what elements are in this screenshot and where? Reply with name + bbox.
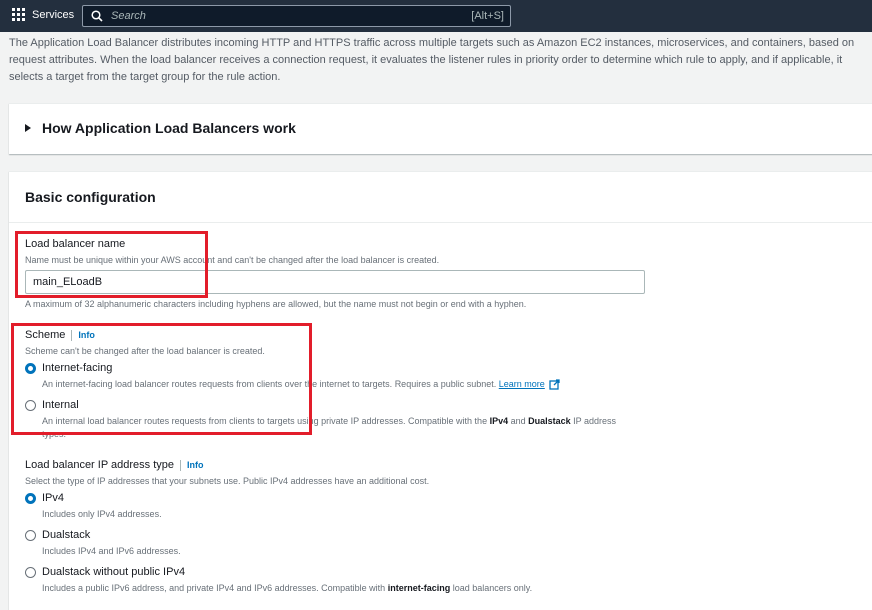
dualstack-no-public-desc-post: load balancers only. <box>450 583 533 593</box>
learn-more-link[interactable]: Learn more <box>499 379 545 389</box>
ip-type-dualstack-no-public-description: Includes a public IPv6 address, and priv… <box>42 582 532 595</box>
search-input[interactable]: Search [Alt+S] <box>82 5 511 27</box>
info-separator <box>71 329 73 341</box>
intro-description: The Application Load Balancer distribute… <box>9 37 855 83</box>
scheme-internet-facing-description: An internet-facing load balancer routes … <box>42 378 560 391</box>
lb-name-label: Load balancer name <box>25 238 126 250</box>
scheme-internet-facing-label[interactable]: Internet-facing <box>42 362 112 374</box>
lb-name-description: Name must be unique within your AWS acco… <box>25 255 440 265</box>
dualstack-no-public-desc-pre: Includes a public IPv6 address, and priv… <box>42 583 388 593</box>
internal-desc-mid: and <box>508 416 529 426</box>
lb-name-constraint: A maximum of 32 alphanumeric characters … <box>25 299 527 309</box>
services-menu-button[interactable]: Services <box>12 8 74 21</box>
ip-type-dualstack-description: Includes IPv4 and IPv6 addresses. <box>42 546 181 556</box>
external-link-icon <box>549 379 560 390</box>
internal-desc-dualstack: Dualstack <box>528 416 571 426</box>
internet-facing-desc-text: An internet-facing load balancer routes … <box>42 379 497 389</box>
scheme-info-link[interactable]: Info <box>78 330 95 340</box>
scheme-internal-label[interactable]: Internal <box>42 399 79 411</box>
scheme-internal-description: An internal load balancer routes request… <box>42 415 642 441</box>
scheme-description: Scheme can't be changed after the load b… <box>25 346 265 356</box>
ip-type-ipv4-label[interactable]: IPv4 <box>42 492 64 504</box>
grid-menu-icon <box>12 8 25 21</box>
ip-type-description: Select the type of IP addresses that you… <box>25 476 430 486</box>
search-placeholder: Search <box>111 10 146 22</box>
ip-type-info-link[interactable]: Info <box>187 460 204 470</box>
ip-type-label: Load balancer IP address type <box>25 459 175 471</box>
services-label: Services <box>32 8 75 21</box>
ip-type-ipv4-description: Includes only IPv4 addresses. <box>42 509 162 519</box>
info-separator <box>180 459 182 471</box>
caret-right-icon <box>25 124 31 132</box>
top-nav-bar: Services Search [Alt+S] <box>0 0 872 32</box>
ip-type-dualstack-no-public-radio[interactable] <box>25 567 36 578</box>
how-alb-works-expander[interactable]: How Application Load Balancers work <box>9 103 872 154</box>
basic-configuration-title: Basic configuration <box>25 189 156 205</box>
internal-desc-pre: An internal load balancer routes request… <box>42 416 490 426</box>
internal-desc-ipv4: IPv4 <box>489 416 509 426</box>
ip-type-dualstack-radio[interactable] <box>25 530 36 541</box>
search-shortcut-hint: [Alt+S] <box>471 10 504 22</box>
lb-name-input[interactable] <box>25 270 645 294</box>
ip-type-ipv4-radio[interactable] <box>25 493 36 504</box>
scheme-internal-radio[interactable] <box>25 400 36 411</box>
ip-type-label-row: Load balancer IP address type Info <box>25 459 204 471</box>
ip-type-dualstack-no-public-label[interactable]: Dualstack without public IPv4 <box>42 566 185 578</box>
scheme-label: Scheme <box>25 329 66 341</box>
search-icon <box>91 10 103 22</box>
ip-type-dualstack-label[interactable]: Dualstack <box>42 529 90 541</box>
scheme-internet-facing-radio[interactable] <box>25 363 36 374</box>
how-alb-works-title: How Application Load Balancers work <box>42 120 296 136</box>
basic-configuration-header: Basic configuration <box>9 172 872 223</box>
dualstack-no-public-desc-bold: internet-facing <box>387 583 451 593</box>
scheme-label-row: Scheme Info <box>25 329 95 341</box>
